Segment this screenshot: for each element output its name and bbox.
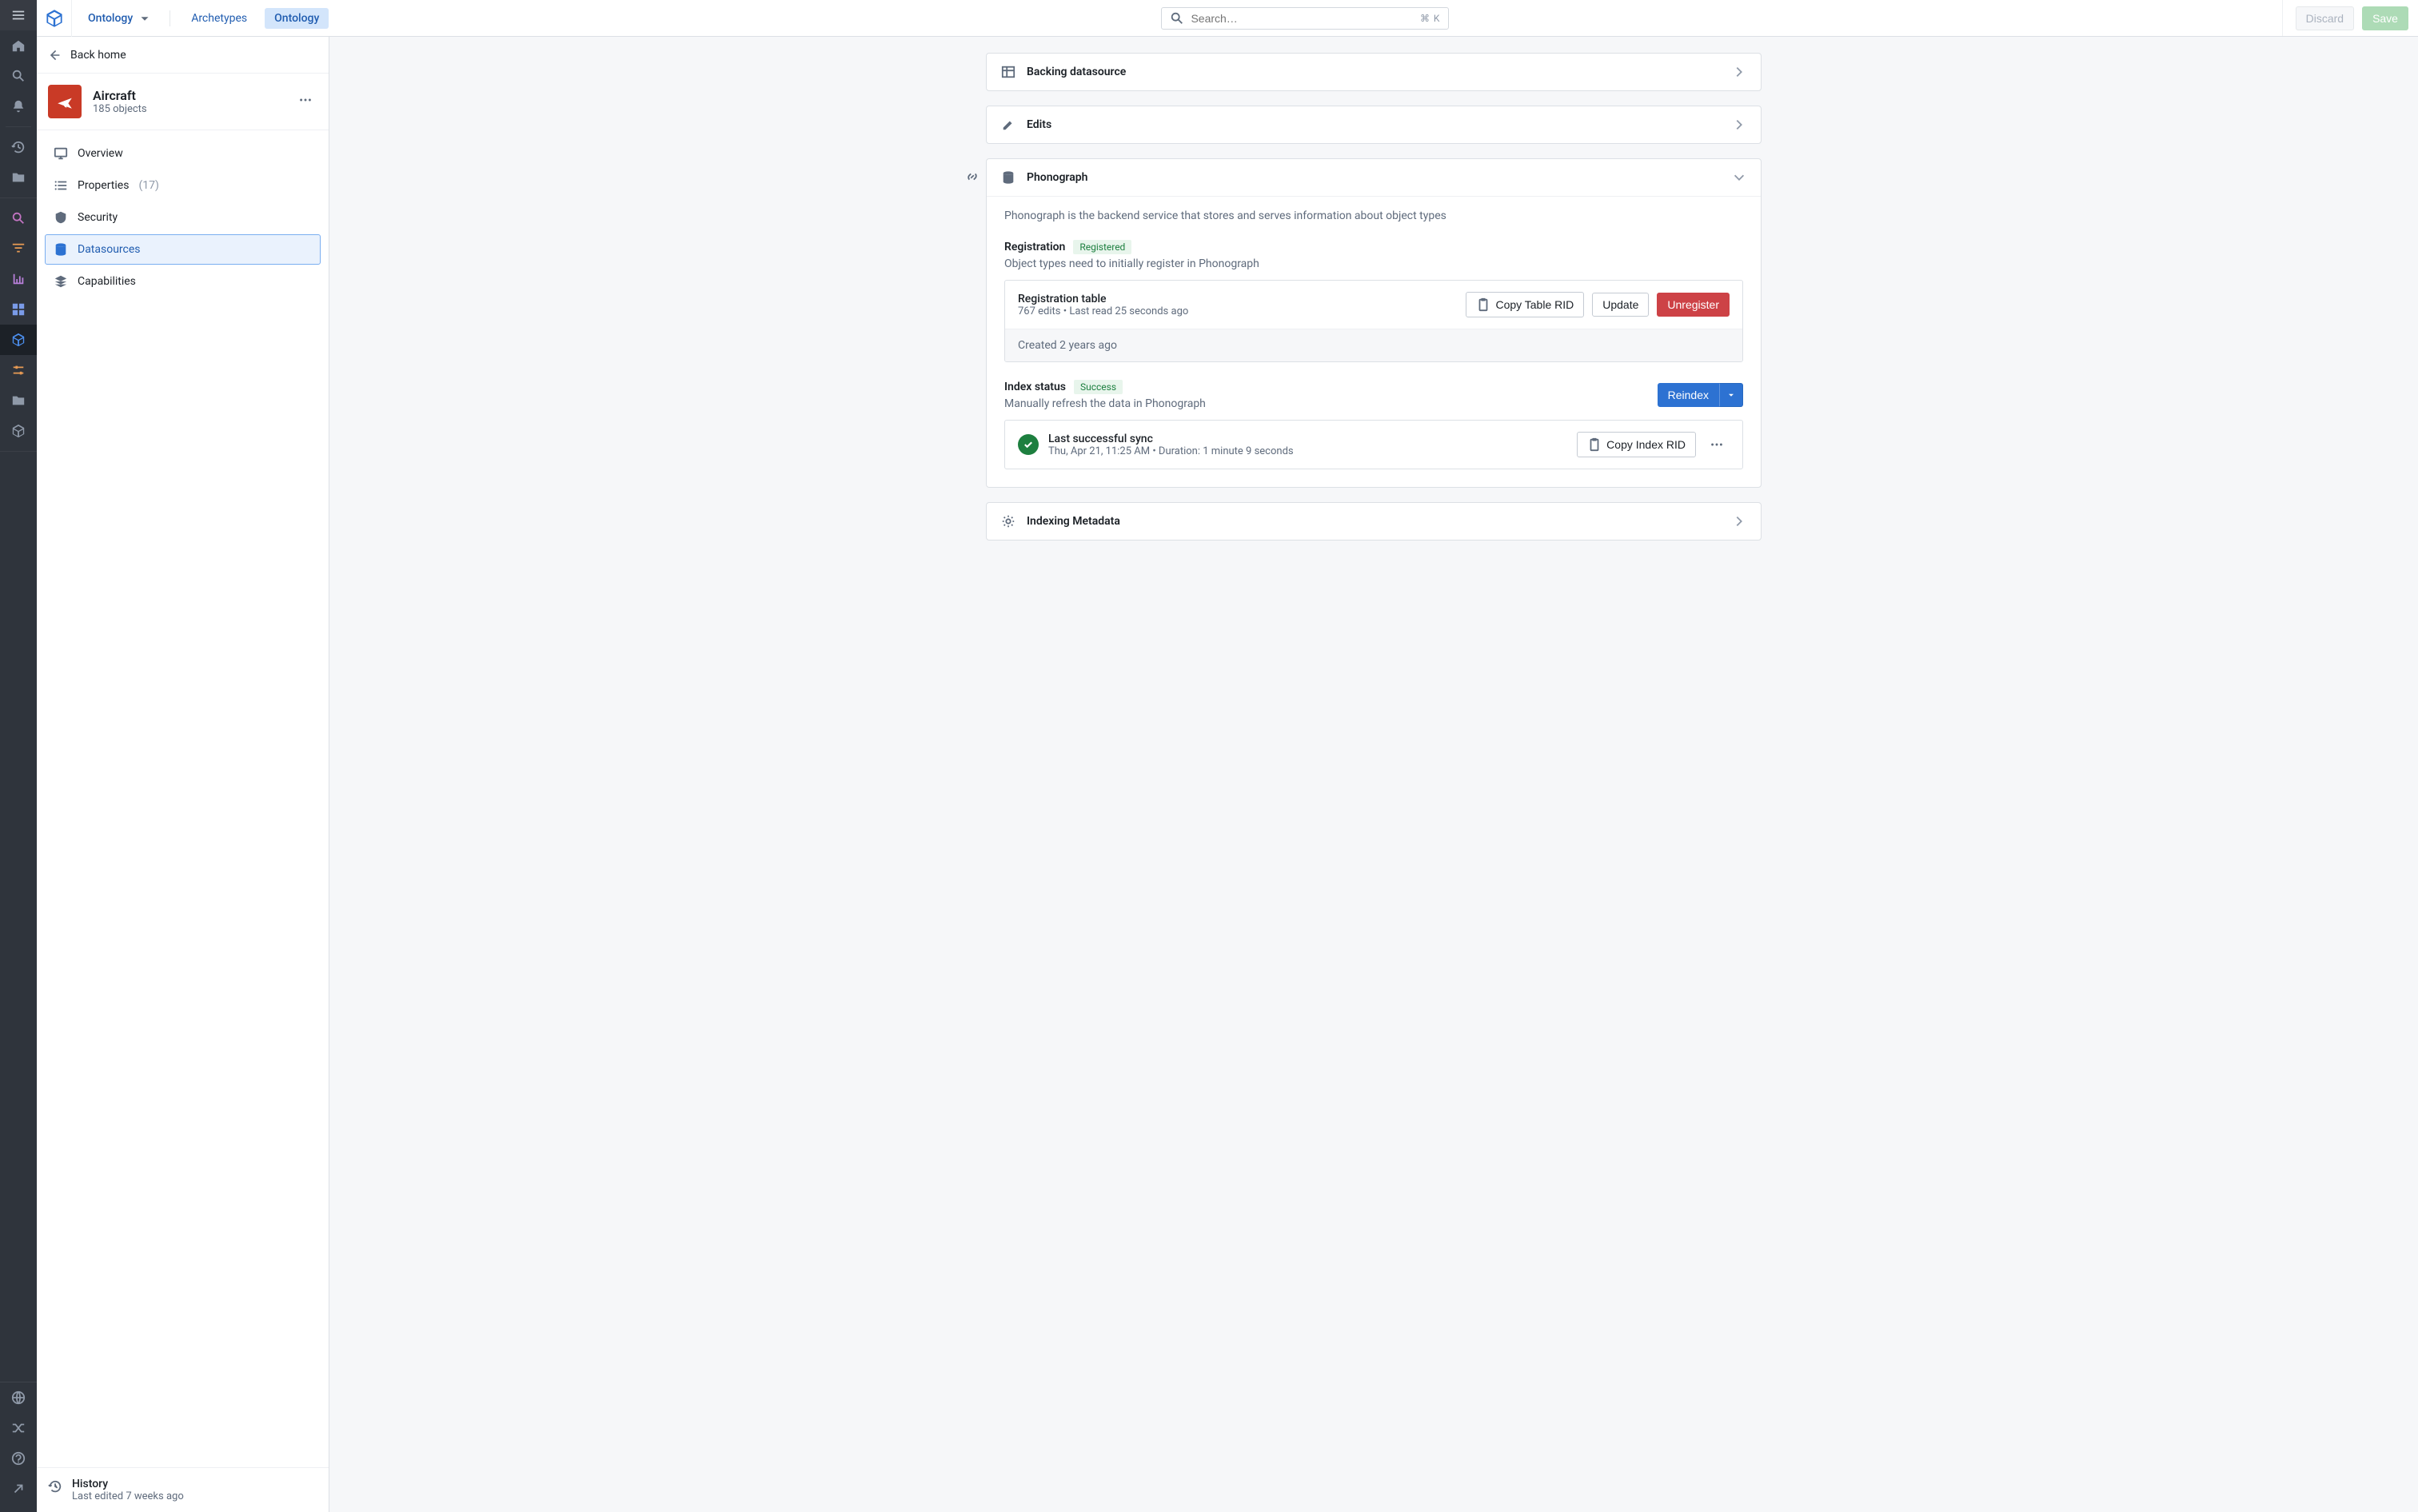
breadcrumb-ontology[interactable]: Ontology — [82, 7, 158, 30]
app-logo-icon[interactable] — [37, 0, 72, 37]
index-more-button[interactable] — [1704, 432, 1730, 457]
table-icon — [1001, 65, 1015, 79]
breadcrumb-label: Ontology — [88, 12, 133, 25]
update-button[interactable]: Update — [1592, 293, 1649, 317]
caret-down-icon — [138, 11, 152, 26]
card-backing-datasource[interactable]: Backing datasource — [986, 53, 1762, 91]
clipboard-icon — [1587, 437, 1602, 452]
rail-chart-icon[interactable] — [0, 264, 37, 294]
nav-overview[interactable]: Overview — [45, 138, 321, 169]
rail-filter-icon[interactable] — [0, 233, 37, 264]
object-header: Aircraft 185 objects — [37, 74, 329, 130]
gear-icon — [1001, 514, 1015, 529]
object-title: Aircraft — [93, 88, 147, 103]
reindex-caret[interactable] — [1719, 383, 1743, 407]
card-edits[interactable]: Edits — [986, 106, 1762, 144]
nav-capabilities[interactable]: Capabilities — [45, 266, 321, 297]
shield-icon — [54, 210, 68, 225]
copy-index-rid-button[interactable]: Copy Index RID — [1577, 432, 1696, 457]
main-content: Backing datasource Edits — [329, 37, 2418, 1512]
rail-package-icon[interactable] — [0, 416, 37, 446]
rail-help-icon[interactable] — [0, 1443, 37, 1474]
monitor-icon — [54, 146, 68, 161]
rail-notifications-icon[interactable] — [0, 91, 37, 122]
object-sidepanel: Back home Aircraft 185 objects Overview — [37, 37, 329, 1512]
chevron-right-icon — [1732, 65, 1746, 79]
search-icon — [1170, 11, 1184, 26]
rail-files-icon[interactable] — [0, 162, 37, 193]
success-badge: Success — [1074, 380, 1123, 394]
section-registration: Registration Registered Object types nee… — [1004, 240, 1743, 362]
chevron-down-icon — [1732, 170, 1746, 185]
rail-explore-icon[interactable] — [0, 203, 37, 233]
database-icon — [54, 242, 68, 257]
registration-created: Created 2 years ago — [1005, 329, 1742, 361]
discard-button[interactable]: Discard — [2296, 6, 2354, 30]
arrow-left-icon — [48, 49, 61, 62]
back-home-link[interactable]: Back home — [37, 37, 329, 74]
nav-properties[interactable]: Properties (17) — [45, 170, 321, 201]
link-anchor-icon[interactable] — [965, 170, 980, 184]
rail-shuffle-icon[interactable] — [0, 1413, 37, 1443]
object-subtitle: 185 objects — [93, 103, 147, 115]
object-more-button[interactable] — [293, 88, 317, 115]
layers-icon — [54, 274, 68, 289]
rail-folder2-icon[interactable] — [0, 385, 37, 416]
database-icon — [1001, 170, 1015, 185]
phonograph-header[interactable]: Phonograph — [987, 159, 1761, 196]
rail-open-external-icon[interactable] — [0, 1474, 37, 1504]
app-rail — [0, 0, 37, 1512]
back-home-label: Back home — [70, 49, 126, 62]
rail-ontology-icon[interactable] — [0, 325, 37, 355]
history-icon — [48, 1479, 62, 1494]
tab-archetypes[interactable]: Archetypes — [182, 8, 257, 29]
rail-history-icon[interactable] — [0, 132, 37, 162]
reindex-button[interactable]: Reindex — [1658, 383, 1719, 407]
copy-table-rid-button[interactable]: Copy Table RID — [1466, 292, 1584, 317]
global-search[interactable]: ⌘ K — [1161, 7, 1449, 30]
rail-search-icon[interactable] — [0, 61, 37, 91]
search-shortcut: ⌘ K — [1420, 13, 1441, 24]
nav-datasources[interactable]: Datasources — [45, 234, 321, 265]
search-input[interactable] — [1191, 12, 1413, 25]
chevron-right-icon — [1732, 514, 1746, 529]
list-icon — [54, 178, 68, 193]
aircraft-icon — [48, 85, 82, 118]
rail-grid-icon[interactable] — [0, 294, 37, 325]
tab-ontology[interactable]: Ontology — [265, 8, 329, 29]
rail-menu-icon[interactable] — [0, 0, 37, 30]
clipboard-icon — [1476, 297, 1490, 312]
reindex-split-button[interactable]: Reindex — [1658, 383, 1743, 407]
rail-home-icon[interactable] — [0, 30, 37, 61]
chevron-right-icon — [1732, 118, 1746, 132]
rail-globe-icon[interactable] — [0, 1382, 37, 1413]
rail-slider-icon[interactable] — [0, 355, 37, 385]
unregister-button[interactable]: Unregister — [1657, 293, 1730, 317]
phonograph-desc: Phonograph is the backend service that s… — [1004, 209, 1743, 222]
topbar: Ontology Archetypes Ontology ⌘ K Discard… — [37, 0, 2418, 37]
nav-security[interactable]: Security — [45, 202, 321, 233]
edit-icon — [1001, 118, 1015, 132]
card-phonograph: Phonograph Phonograph is the backend ser… — [986, 158, 1762, 488]
registered-badge: Registered — [1073, 240, 1131, 254]
card-indexing-metadata[interactable]: Indexing Metadata — [986, 502, 1762, 541]
save-button[interactable]: Save — [2362, 6, 2408, 30]
history-footer[interactable]: History Last edited 7 weeks ago — [37, 1467, 329, 1512]
section-index-status: Index status Success Manually refresh th… — [1004, 380, 1743, 469]
success-check-icon — [1018, 434, 1039, 455]
